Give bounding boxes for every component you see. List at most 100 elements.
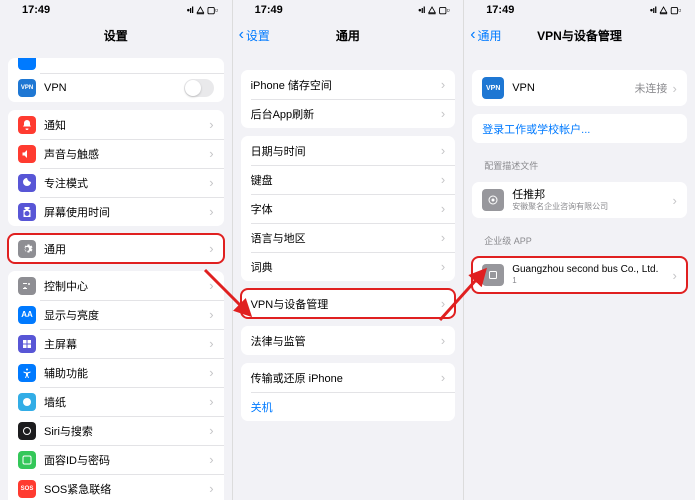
wifi-icon: ⧋ <box>196 5 204 16</box>
row-label: 关机 <box>251 399 446 415</box>
screentime-icon <box>18 203 36 221</box>
row-sounds[interactable]: 声音与触感 › <box>8 139 224 168</box>
wallpaper-icon <box>18 393 36 411</box>
group-profile: 任推邦 安徽聚名企业咨询有限公司 › <box>472 182 687 218</box>
row-focus[interactable]: 专注模式 › <box>8 168 224 197</box>
content-area[interactable]: VPN VPN 未连接 › 登录工作或学校帐户... 配置描述文件 任推邦 安徽… <box>464 50 695 500</box>
display-icon: AA <box>18 306 36 324</box>
group-rest: 控制中心 › AA 显示与亮度 › 主屏幕 › 辅助功能 › 墙纸 › <box>8 271 224 500</box>
profile-icon <box>482 189 504 211</box>
wifi-icon: ⧋ <box>660 5 668 16</box>
group-general-highlight: 通用 › <box>8 234 224 263</box>
chevron-right-icon: › <box>209 395 213 408</box>
row-sos[interactable]: SOS SOS紧急联络 › <box>8 474 224 500</box>
row-profile[interactable]: 任推邦 安徽聚名企业咨询有限公司 › <box>472 182 687 218</box>
chevron-right-icon: › <box>441 173 445 186</box>
status-time: 17:49 <box>22 4 50 16</box>
group-transfer: 传输或还原 iPhone › 关机 <box>241 363 456 421</box>
row-vpn-toggle[interactable]: VPN VPN <box>8 73 224 102</box>
section-profile-header: 配置描述文件 <box>472 151 687 174</box>
chevron-right-icon: › <box>209 176 213 189</box>
row-label: 语言与地区 <box>251 230 436 246</box>
chevron-right-icon: › <box>441 260 445 273</box>
group-vpn: VPN VPN 未连接 › <box>472 70 687 106</box>
row-general[interactable]: 通用 › <box>8 234 224 263</box>
row-faceid[interactable]: 面容ID与密码 › <box>8 445 224 474</box>
row-vpn-device-mgmt[interactable]: VPN与设备管理 › <box>241 289 456 318</box>
status-bar: 17:49 •ıl ⧋ ▢▫ <box>0 0 232 20</box>
row-label: 主屏幕 <box>44 336 204 352</box>
notifications-icon <box>18 116 36 134</box>
row-cut[interactable] <box>8 58 224 73</box>
row-transfer[interactable]: 传输或还原 iPhone › <box>241 363 456 392</box>
row-label: 控制中心 <box>44 278 204 294</box>
back-button[interactable]: ‹ 通用 <box>470 27 501 44</box>
row-label: 显示与亮度 <box>44 307 204 323</box>
row-wallpaper[interactable]: 墙纸 › <box>8 387 224 416</box>
row-siri[interactable]: Siri与搜索 › <box>8 416 224 445</box>
row-screentime[interactable]: 屏幕使用时间 › <box>8 197 224 226</box>
group-legal: 法律与监管 › <box>241 326 456 355</box>
row-label: 词典 <box>251 259 436 275</box>
row-label: 通知 <box>44 117 204 133</box>
content-area[interactable]: VPN VPN 通知 › 声音与触感 › 专注模式 › <box>0 50 232 500</box>
row-vpn[interactable]: VPN VPN 未连接 › <box>472 70 687 106</box>
chevron-right-icon: › <box>441 371 445 384</box>
row-label: 辅助功能 <box>44 365 204 381</box>
signal-icon: •ıl <box>187 5 194 15</box>
content-area[interactable]: iPhone 储存空间 › 后台App刷新 › 日期与时间 › 键盘 › 字体 … <box>233 50 464 500</box>
row-storage[interactable]: iPhone 储存空间 › <box>241 70 456 99</box>
row-label: 日期与时间 <box>251 143 436 159</box>
enterprise-app-icon <box>482 264 504 286</box>
control-center-icon <box>18 277 36 295</box>
row-dictionary[interactable]: 词典 › <box>241 252 456 281</box>
siri-icon <box>18 422 36 440</box>
nav-title: VPN与设备管理 <box>537 27 622 44</box>
chevron-right-icon: › <box>209 279 213 292</box>
row-home-screen[interactable]: 主屏幕 › <box>8 329 224 358</box>
row-accessibility[interactable]: 辅助功能 › <box>8 358 224 387</box>
vpn-status: 未连接 <box>634 80 667 96</box>
row-label: 通用 <box>44 241 204 257</box>
row-legal[interactable]: 法律与监管 › <box>241 326 456 355</box>
row-fonts[interactable]: 字体 › <box>241 194 456 223</box>
row-notifications[interactable]: 通知 › <box>8 110 224 139</box>
row-shutdown[interactable]: 关机 <box>241 392 456 421</box>
profile-sub: 安徽聚名企业咨询有限公司 <box>512 202 608 212</box>
status-indicators: •ıl ⧋ ▢▫ <box>187 5 218 16</box>
chevron-right-icon: › <box>441 202 445 215</box>
row-label: Siri与搜索 <box>44 423 204 439</box>
chevron-right-icon: › <box>441 78 445 91</box>
row-label: 屏幕使用时间 <box>44 204 204 220</box>
vpn-toggle[interactable] <box>184 79 214 97</box>
row-background-refresh[interactable]: 后台App刷新 › <box>241 99 456 128</box>
status-indicators: •ıl ⧋ ▢▫ <box>418 5 449 16</box>
row-label: 专注模式 <box>44 175 204 191</box>
row-datetime[interactable]: 日期与时间 › <box>241 136 456 165</box>
profile-text: 任推邦 安徽聚名企业咨询有限公司 <box>512 188 608 213</box>
row-display[interactable]: AA 显示与亮度 › <box>8 300 224 329</box>
row-label: VPN <box>512 82 634 94</box>
chevron-right-icon: › <box>441 107 445 120</box>
status-time: 17:49 <box>486 4 514 16</box>
row-language[interactable]: 语言与地区 › <box>241 223 456 252</box>
chevron-right-icon: › <box>209 337 213 350</box>
nav-bar: ‹ 通用 VPN与设备管理 <box>464 20 695 50</box>
chevron-right-icon: › <box>672 269 676 282</box>
chevron-right-icon: › <box>441 297 445 310</box>
row-control-center[interactable]: 控制中心 › <box>8 271 224 300</box>
back-button[interactable]: ‹ 设置 <box>239 27 270 44</box>
chevron-right-icon: › <box>209 242 213 255</box>
group-enterprise-app-highlight: Guangzhou second bus Co., Ltd. 1 › <box>472 257 687 293</box>
group-signin: 登录工作或学校帐户... <box>472 114 687 143</box>
faceid-icon <box>18 451 36 469</box>
row-signin[interactable]: 登录工作或学校帐户... <box>472 114 687 143</box>
focus-icon <box>18 174 36 192</box>
app-name: Guangzhou second bus Co., Ltd. <box>512 263 658 276</box>
row-keyboard[interactable]: 键盘 › <box>241 165 456 194</box>
row-label: 键盘 <box>251 172 436 188</box>
signin-link: 登录工作或学校帐户... <box>482 121 677 137</box>
row-enterprise-app[interactable]: Guangzhou second bus Co., Ltd. 1 › <box>472 257 687 293</box>
chevron-right-icon: › <box>672 194 676 207</box>
chevron-right-icon: › <box>441 144 445 157</box>
